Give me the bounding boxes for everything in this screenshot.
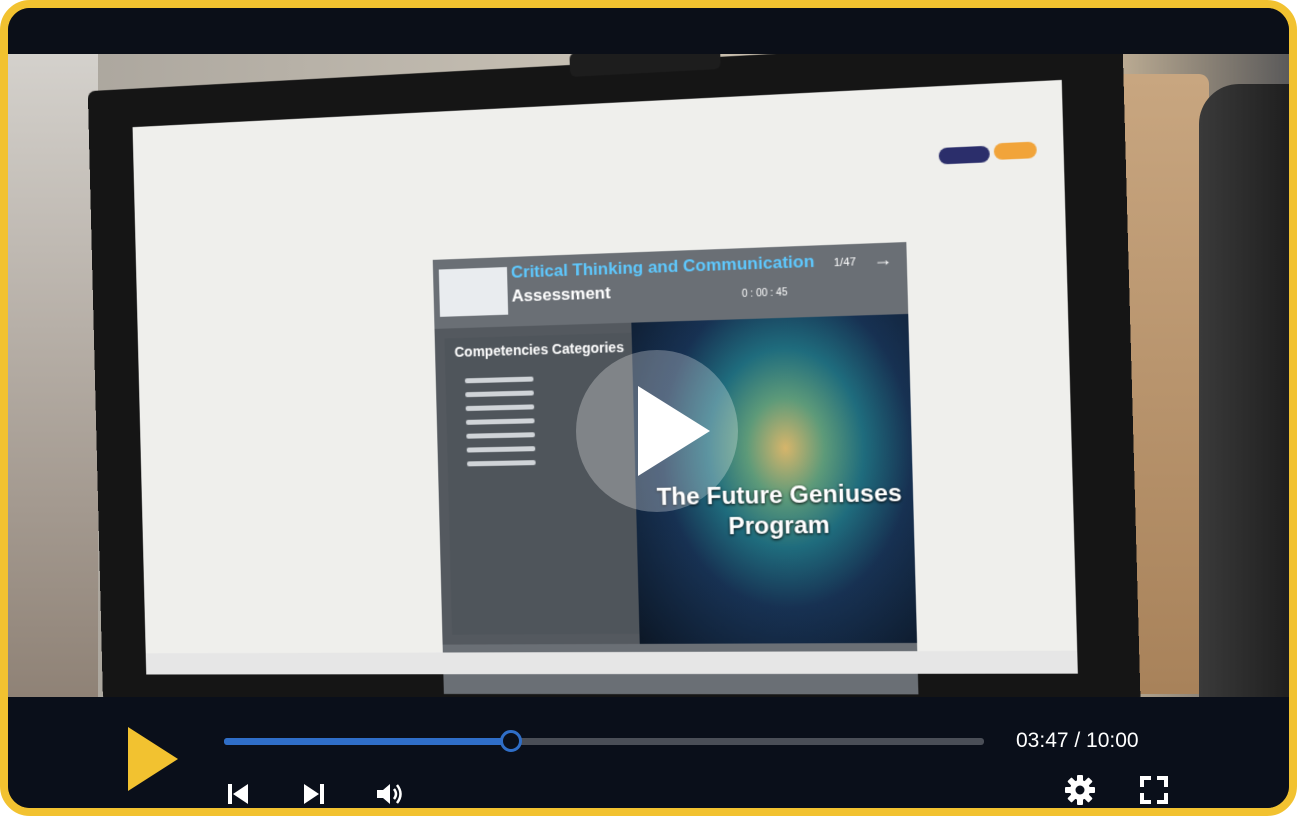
video-top-bar xyxy=(8,8,1289,54)
slide-counter: 1/47 xyxy=(833,256,857,270)
progress-handle[interactable] xyxy=(500,730,523,752)
big-play-icon[interactable] xyxy=(576,350,738,512)
list-item xyxy=(466,446,536,453)
screen-taskbar xyxy=(145,650,1078,675)
fullscreen-icon[interactable] xyxy=(1138,774,1170,806)
list-item xyxy=(466,432,535,439)
video-player: Critical Thinking and Communication Asse… xyxy=(0,0,1297,816)
volume-icon[interactable] xyxy=(376,782,406,806)
player-controls: 03:47 / 10:00 xyxy=(8,697,1289,808)
skip-next-icon[interactable] xyxy=(302,782,326,806)
competencies-list xyxy=(464,368,536,476)
background-dark xyxy=(1199,84,1289,697)
skip-previous-icon[interactable] xyxy=(226,782,250,806)
screen-button-dark xyxy=(938,145,990,165)
list-item xyxy=(467,460,536,467)
list-item xyxy=(465,418,535,425)
gear-icon[interactable] xyxy=(1064,774,1096,806)
background-wall xyxy=(8,54,98,697)
slide-arrow-icon: → xyxy=(872,248,893,270)
video-frame[interactable]: Critical Thinking and Communication Asse… xyxy=(8,54,1289,697)
competencies-title: Competencies Categories xyxy=(454,338,625,360)
slide-title: Critical Thinking and Communication xyxy=(510,251,815,282)
list-item xyxy=(464,376,534,384)
time-display: 03:47 / 10:00 xyxy=(1016,729,1139,752)
list-item xyxy=(465,390,534,398)
webcam xyxy=(569,54,721,77)
play-button[interactable] xyxy=(128,727,180,791)
list-item xyxy=(465,404,535,412)
slide-logo xyxy=(438,267,509,317)
progress-bar[interactable] xyxy=(224,730,984,752)
slide-timer: 0 : 00 : 45 xyxy=(741,287,788,300)
progress-fill xyxy=(224,738,512,745)
slide-subtitle: Assessment xyxy=(511,283,611,306)
screen-button-orange xyxy=(993,141,1037,160)
